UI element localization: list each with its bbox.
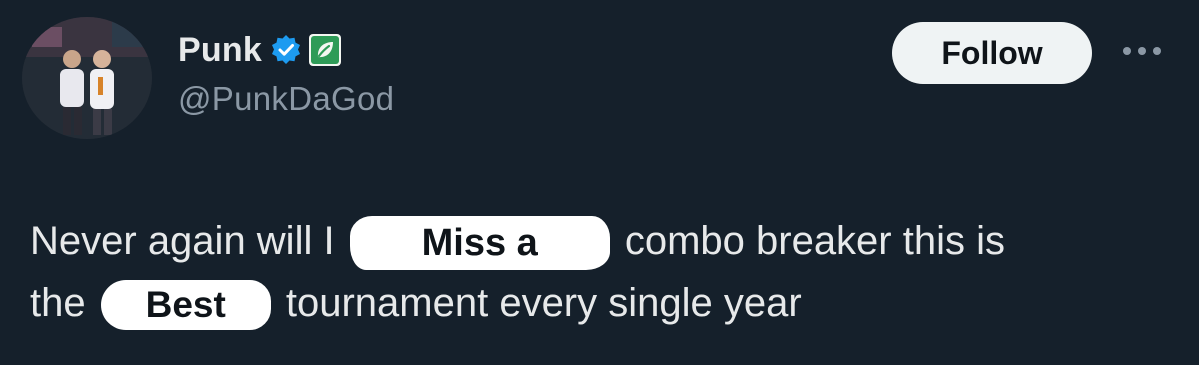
- more-dot: [1153, 47, 1161, 55]
- more-dot: [1138, 47, 1146, 55]
- tweet-text: Never again will I Miss a combo breaker …: [30, 210, 1190, 334]
- display-name[interactable]: Punk: [178, 31, 262, 70]
- author-handle[interactable]: @PunkDaGod: [178, 80, 394, 118]
- leaf-org-badge-icon[interactable]: [308, 33, 342, 67]
- name-row: Punk: [178, 30, 342, 70]
- tweet-text-segment: combo breaker this is: [624, 219, 1005, 263]
- verified-badge-icon[interactable]: [270, 34, 302, 66]
- follow-button[interactable]: Follow: [892, 22, 1092, 84]
- tweet-text-segment: tournament every single year: [285, 281, 802, 325]
- redaction-overlay: Best: [100, 280, 271, 331]
- tweet-line-1: Never again will I Miss a combo breaker …: [30, 210, 1190, 272]
- tweet-text-segment: the: [30, 281, 86, 325]
- tweet-line-2: the Best tournament every single year: [30, 272, 1190, 334]
- tweet-text-segment: Never again will I: [30, 219, 335, 263]
- avatar[interactable]: [22, 17, 152, 139]
- redaction-overlay: Miss a: [349, 216, 610, 271]
- tweet-card: Punk @PunkDaGod Follow Never again will …: [0, 0, 1199, 365]
- more-dot: [1123, 47, 1131, 55]
- more-options-icon[interactable]: [1112, 36, 1172, 66]
- avatar-photo-icon: [22, 17, 152, 139]
